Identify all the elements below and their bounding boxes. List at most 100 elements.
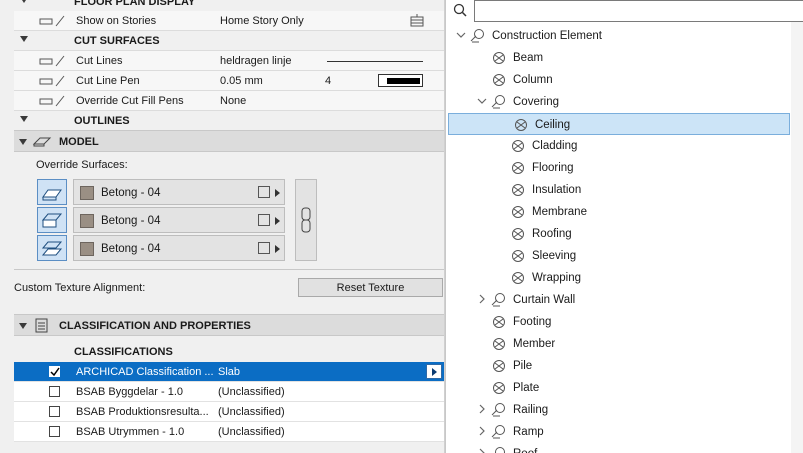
property-value[interactable]: Home Story Only [220,15,304,27]
property-label: OUTLINES [74,115,130,127]
classification-item-icon [491,380,507,399]
tree-item[interactable]: Wrapping [446,267,791,289]
surface-picker-bottom[interactable]: Betong - 04 [73,235,285,261]
classification-row[interactable]: BSAB Utrymmen - 1.0 (Unclassified) [14,422,444,442]
classification-checkbox[interactable] [49,426,60,437]
classification-item-icon [491,50,507,69]
tree-item-label: Flooring [532,162,574,174]
chevron-right-icon[interactable] [477,426,487,439]
classification-row[interactable]: BSAB Byggdelar - 1.0 (Unclassified) [14,382,444,402]
override-pen-icon [38,94,68,111]
tree-item[interactable]: Insulation [446,179,791,201]
classification-item-icon [510,226,526,245]
chevron-right-icon[interactable] [477,404,487,417]
property-row[interactable]: Override Cut Fill Pens None [14,91,444,111]
model-section-title: MODEL [59,136,99,148]
tree-item[interactable]: Membrane [446,201,791,223]
property-value[interactable]: None [220,95,246,107]
classification-value[interactable]: (Unclassified) [218,426,285,438]
arrow-right-icon [275,217,280,225]
tree-item[interactable]: Ramp [446,421,791,443]
tree-item[interactable]: Beam [446,47,791,69]
tree-item-label: Ceiling [535,119,571,131]
tree-item[interactable]: Member [446,333,791,355]
chevron-right-icon[interactable] [477,448,487,453]
property-label: Cut Line Pen [76,75,140,87]
chevron-down-icon[interactable] [477,96,487,109]
classification-checkbox[interactable] [49,366,60,377]
tree-item[interactable]: Roof [446,443,791,453]
collapse-icon[interactable] [20,0,28,3]
scrollbar[interactable] [791,22,803,453]
override-surfaces-label: Override Surfaces: [36,159,128,171]
chevron-down-icon[interactable] [456,30,466,43]
collapse-icon[interactable] [20,36,28,42]
arrow-right-icon [275,245,280,253]
pen-swatch[interactable] [378,74,423,87]
classification-value[interactable]: (Unclassified) [218,386,285,398]
surface-name: Betong - 04 [101,215,161,227]
tree-item[interactable]: Ceiling [448,113,790,135]
property-value[interactable]: heldragen linje [220,55,292,67]
classification-item-icon [491,336,507,355]
tree-item-label: Column [513,74,553,86]
tree-item-label: Membrane [532,206,587,218]
tree-item-label: Beam [513,52,544,64]
collapse-icon[interactable] [19,323,27,329]
surface-picker-top[interactable]: Betong - 04 [73,179,285,205]
tree-item[interactable]: Construction Element [446,25,791,47]
classification-checkbox[interactable] [49,386,60,397]
classification-value[interactable]: Slab [218,366,240,378]
override-bottom-surface-toggle[interactable] [37,235,67,261]
surface-name: Betong - 04 [101,187,161,199]
tree-item[interactable]: Column [446,69,791,91]
tree-item[interactable]: Pile [446,355,791,377]
classification-section-header[interactable]: CLASSIFICATION AND PROPERTIES [14,314,444,336]
pen-number[interactable]: 4 [325,75,331,87]
tree-item-label: Footing [513,316,552,328]
classification-row[interactable]: ARCHICAD Classification ... Slab [14,362,444,382]
open-picker-button[interactable] [426,364,442,379]
line-preview [327,61,423,62]
override-side-surface-toggle[interactable] [37,207,67,233]
classification-branch-icon [491,94,507,113]
model-section-header[interactable]: MODEL [14,130,444,152]
tree-item[interactable]: Roofing [446,223,791,245]
classification-item-icon [510,182,526,201]
link-surfaces-button[interactable] [295,179,317,261]
classification-item-icon [491,358,507,377]
property-group-header[interactable]: OUTLINES [14,111,444,131]
property-value[interactable]: 0.05 mm [220,75,263,87]
property-row[interactable]: Cut Line Pen 0.05 mm 4 [14,71,444,91]
tree-item-label: Covering [513,96,560,108]
classification-value[interactable]: (Unclassified) [218,406,285,418]
tree-item[interactable]: Flooring [446,157,791,179]
surface-swatch [80,242,94,256]
collapse-icon[interactable] [19,139,27,145]
classification-branch-icon [491,424,507,443]
tree-item[interactable]: Railing [446,399,791,421]
classification-branch-icon [491,402,507,421]
tree-item[interactable]: Curtain Wall [446,289,791,311]
chevron-right-icon[interactable] [477,294,487,307]
classification-item-icon [510,160,526,179]
property-group-header[interactable]: CUT SURFACES [14,31,444,51]
collapse-icon[interactable] [20,116,28,122]
search-icon [453,3,467,20]
tree-item-label: Member [513,338,556,350]
property-label: CUT SURFACES [74,35,160,47]
property-row[interactable]: Show on Stories Home Story Only [14,11,444,31]
override-top-surface-toggle[interactable] [37,179,67,205]
tree-item[interactable]: Cladding [446,135,791,157]
surface-swatch [80,186,94,200]
reset-texture-button[interactable]: Reset Texture [298,278,443,297]
tree-item[interactable]: Plate [446,377,791,399]
surface-picker-side[interactable]: Betong - 04 [73,207,285,233]
classification-row[interactable]: BSAB Produktionsresulta... (Unclassified) [14,402,444,422]
search-input[interactable] [474,0,803,22]
classification-checkbox[interactable] [49,406,60,417]
tree-item[interactable]: Footing [446,311,791,333]
tree-item[interactable]: Covering [446,91,791,113]
property-row[interactable]: Cut Lines heldragen linje [14,51,444,71]
tree-item[interactable]: Sleeving [446,245,791,267]
